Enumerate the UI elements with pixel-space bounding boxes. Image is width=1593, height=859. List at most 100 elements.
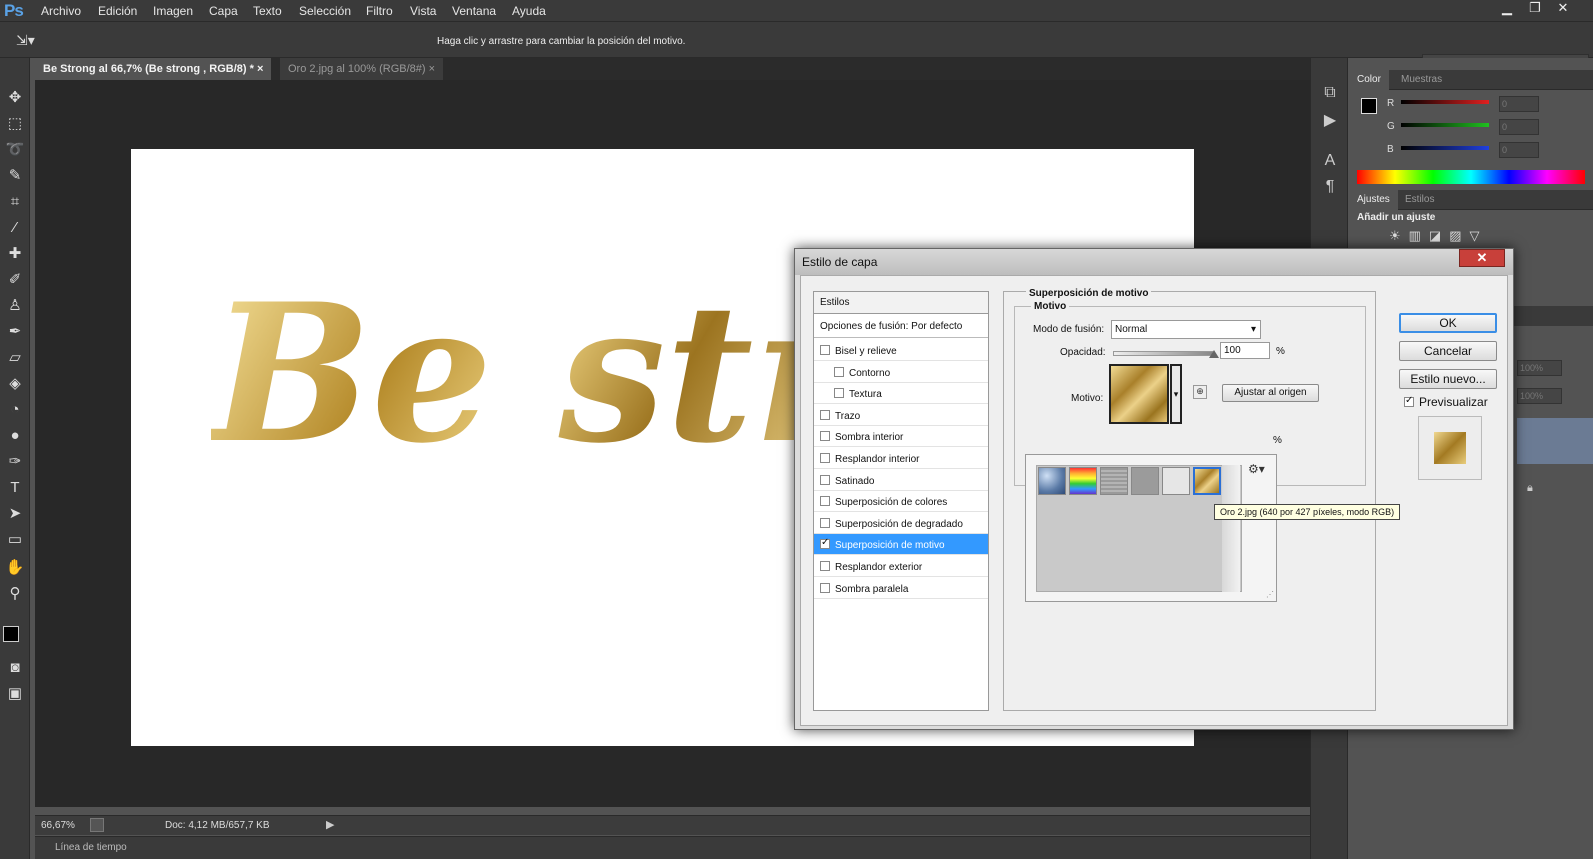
tab-color[interactable]: Color <box>1349 70 1389 90</box>
fg-color-swatch[interactable] <box>1361 98 1377 114</box>
style-item[interactable]: Sombra paralela <box>814 578 988 599</box>
close-tab-icon[interactable]: × <box>257 63 263 75</box>
resize-grip-icon[interactable]: ⋰ <box>1266 590 1274 599</box>
opacity-slider[interactable] <box>1113 350 1219 358</box>
close-tab-icon[interactable]: × <box>429 63 435 75</box>
dodge-tool-icon[interactable]: ● <box>4 426 26 446</box>
lasso-tool-icon[interactable]: ➰ <box>4 140 26 160</box>
styles-header[interactable]: Estilos <box>814 292 988 314</box>
history-panel-icon[interactable]: ⧉ <box>1319 84 1341 106</box>
new-preset-icon[interactable]: ⊕ <box>1193 385 1207 399</box>
blend-options-default[interactable]: Opciones de fusión: Por defecto <box>814 316 988 338</box>
menu-seleccion[interactable]: Selección <box>299 4 351 18</box>
screen-mode-icon[interactable]: ▣ <box>4 684 26 704</box>
pattern-dropdown-arrow-icon[interactable]: ▾ <box>1170 364 1182 424</box>
channel-value[interactable]: 0 <box>1499 119 1539 135</box>
picker-scrollbar[interactable] <box>1222 465 1240 592</box>
pattern-thumbnail[interactable] <box>1109 364 1169 424</box>
menu-archivo[interactable]: Archivo <box>41 4 81 18</box>
dialog-titlebar[interactable]: Estilo de capa ✕ <box>795 249 1513 275</box>
style-checkbox[interactable] <box>834 366 844 377</box>
paragraph-panel-icon[interactable]: ¶ <box>1319 178 1341 200</box>
character-panel-icon[interactable]: A <box>1319 152 1341 174</box>
style-item[interactable]: Superposición de motivo <box>814 534 988 556</box>
channel-value[interactable]: 0 <box>1499 142 1539 158</box>
pattern-swatch-rainbow[interactable] <box>1069 467 1097 495</box>
history-brush-icon[interactable]: ✒ <box>4 322 26 342</box>
style-checkbox[interactable] <box>820 474 830 485</box>
pattern-swatch-grey[interactable] <box>1131 467 1159 495</box>
close-icon[interactable]: ✕ <box>1550 0 1576 18</box>
gear-icon[interactable]: ⚙▾ <box>1248 462 1265 476</box>
eyedropper-icon[interactable]: ⁄ <box>4 218 26 238</box>
style-item[interactable]: Bisel y relieve <box>814 340 988 361</box>
style-checkbox[interactable] <box>820 517 830 528</box>
stamp-tool-icon[interactable]: ♙ <box>4 296 26 316</box>
ok-button[interactable]: OK <box>1399 313 1497 333</box>
style-checkbox[interactable] <box>820 537 830 550</box>
channel-value[interactable]: 0 <box>1499 96 1539 112</box>
timeline-label[interactable]: Línea de tiempo <box>55 842 127 853</box>
eraser-icon[interactable]: ▱ <box>4 348 26 368</box>
style-item[interactable]: Sombra interior <box>814 426 988 448</box>
status-icon[interactable] <box>90 818 104 832</box>
style-item[interactable]: Satinado <box>814 470 988 491</box>
menu-edicion[interactable]: Edición <box>98 4 137 18</box>
layer-row-selected[interactable] <box>1517 418 1593 464</box>
blur-tool-icon[interactable]: ◔ <box>4 400 26 420</box>
style-checkbox[interactable] <box>820 496 830 507</box>
brush-tool-icon[interactable]: ✐ <box>4 270 26 290</box>
channel-slider[interactable] <box>1401 123 1489 127</box>
style-item[interactable]: Trazo <box>814 405 988 426</box>
menu-vista[interactable]: Vista <box>410 4 436 18</box>
tab-ajustes[interactable]: Ajustes <box>1349 190 1398 210</box>
style-checkbox[interactable] <box>820 345 830 355</box>
move-tool-icon[interactable]: ✥ <box>4 88 26 108</box>
marquee-tool-icon[interactable]: ⬚ <box>4 114 26 134</box>
quick-select-icon[interactable]: ✎ <box>4 166 26 186</box>
style-item[interactable]: Superposición de colores <box>814 491 988 513</box>
type-tool-icon[interactable]: T <box>4 478 26 498</box>
style-checkbox[interactable] <box>834 388 844 399</box>
menu-ventana[interactable]: Ventana <box>452 4 496 18</box>
tab-oro[interactable]: Oro 2.jpg al 100% (RGB/8#) × <box>280 58 444 80</box>
opacity-input[interactable]: 100 <box>1220 342 1270 359</box>
menu-filtro[interactable]: Filtro <box>366 4 393 18</box>
menu-texto[interactable]: Texto <box>253 4 282 18</box>
style-checkbox[interactable] <box>820 431 830 442</box>
style-item[interactable]: Textura <box>814 383 988 405</box>
pattern-swatch-light[interactable] <box>1162 467 1190 495</box>
new-style-button[interactable]: Estilo nuevo... <box>1399 369 1497 389</box>
foreground-color-swatch[interactable] <box>3 626 19 642</box>
pattern-swatch-gold[interactable] <box>1193 467 1221 495</box>
style-checkbox[interactable] <box>820 409 830 420</box>
channel-slider[interactable] <box>1401 146 1489 150</box>
healing-brush-icon[interactable]: ✚ <box>4 244 26 264</box>
adjust-icons[interactable]: ☀▥◪▨▽ <box>1389 228 1488 244</box>
dialog-close-icon[interactable]: ✕ <box>1459 249 1505 267</box>
style-item[interactable]: Contorno <box>814 362 988 383</box>
style-checkbox[interactable] <box>820 453 830 463</box>
tab-be-strong[interactable]: Be Strong al 66,7% (Be strong , RGB/8) *… <box>35 58 272 80</box>
restore-icon[interactable]: ❐ <box>1522 0 1548 18</box>
opacity-field[interactable]: 100% <box>1517 360 1562 376</box>
fill-field[interactable]: 100% <box>1517 388 1562 404</box>
actions-panel-icon[interactable]: ▶ <box>1319 110 1341 132</box>
menu-capa[interactable]: Capa <box>209 4 238 18</box>
path-select-icon[interactable]: ➤ <box>4 504 26 524</box>
zoom-tool-icon[interactable]: ⚲ <box>4 584 26 604</box>
pen-tool-icon[interactable]: ✑ <box>4 452 26 472</box>
minimize-icon[interactable]: ▁ <box>1494 0 1520 18</box>
style-item[interactable]: Resplandor interior <box>814 448 988 469</box>
paint-bucket-icon[interactable]: ◈ <box>4 374 26 394</box>
style-checkbox[interactable] <box>820 582 830 593</box>
cancel-button[interactable]: Cancelar <box>1399 341 1497 361</box>
pattern-swatch-grey-noise[interactable] <box>1100 467 1128 495</box>
opacity-slider-thumb[interactable] <box>1209 350 1219 358</box>
style-item[interactable]: Superposición de degradado <box>814 513 988 534</box>
shape-tool-icon[interactable]: ▭ <box>4 530 26 550</box>
tab-estilos[interactable]: Estilos <box>1397 190 1442 210</box>
pattern-swatch-bubbles[interactable] <box>1038 467 1066 495</box>
blend-mode-select[interactable]: Normal ▾ <box>1111 320 1261 339</box>
preview-checkbox[interactable]: Previsualizar <box>1404 395 1488 409</box>
